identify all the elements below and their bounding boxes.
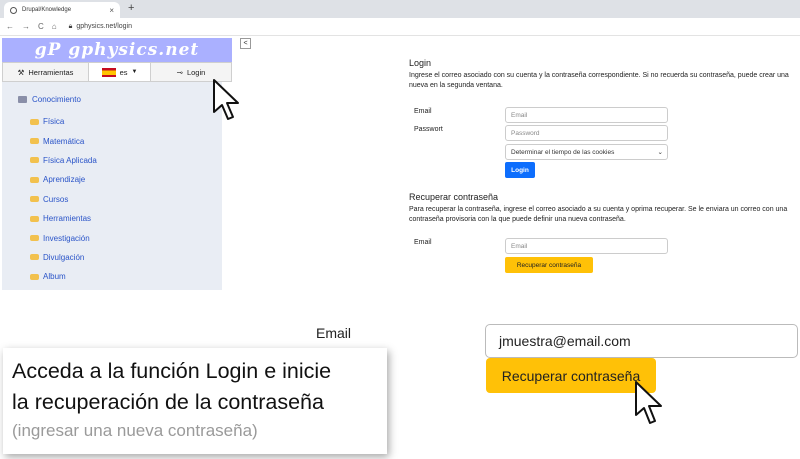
sidebar-item-fisica-aplicada[interactable]: Física Aplicada bbox=[30, 151, 97, 170]
forward-icon[interactable]: → bbox=[22, 22, 30, 31]
callout-line-1: Acceda a la función Login e inicie bbox=[12, 359, 332, 383]
folder-icon bbox=[30, 254, 39, 261]
tab-title: Drupal/Knowledge bbox=[22, 7, 72, 13]
zoom-email-input[interactable]: jmuestra@email.com bbox=[485, 324, 798, 358]
sidebar-item-label: Matemática bbox=[43, 136, 85, 146]
globe-icon bbox=[10, 6, 17, 14]
cookie-time-select[interactable]: Determinar el tiempo de las cookies ⌄ bbox=[505, 144, 668, 160]
login-password-label: Passwort bbox=[414, 126, 443, 133]
site-logo[interactable]: gP gphysics.net bbox=[2, 38, 232, 62]
language-select[interactable]: es ▼ bbox=[89, 63, 151, 81]
login-description: Ingrese el correo asociado con su cuenta… bbox=[409, 72, 789, 89]
folder-icon bbox=[30, 118, 39, 125]
sidebar-item-aprendizaje[interactable]: Aprendizaje bbox=[30, 170, 97, 189]
url-text: gphysics.net/login bbox=[76, 23, 133, 30]
zoom-recover-button[interactable]: Recuperar contraseña bbox=[486, 358, 656, 393]
zoom-email-label: Email bbox=[316, 325, 352, 341]
recover-email-input[interactable]: Email bbox=[505, 238, 668, 254]
folder-icon bbox=[30, 157, 39, 164]
callout-line-3: (ingresar una nueva contraseña) bbox=[12, 421, 258, 440]
login-button[interactable]: Login bbox=[505, 162, 535, 178]
recover-panel: Recuperar contraseña Para recuperar la c… bbox=[409, 192, 789, 225]
login-password-input[interactable]: Password bbox=[505, 125, 668, 141]
sidebar: Conocimiento Física Matemática Física Ap… bbox=[2, 82, 222, 290]
new-tab-button[interactable]: + bbox=[128, 2, 134, 14]
close-tab-icon[interactable]: × bbox=[109, 6, 114, 15]
nav-tools-button[interactable]: ⚒ Herramientas bbox=[3, 63, 89, 81]
nav-login-label: Login bbox=[186, 67, 206, 77]
reload-icon[interactable]: C bbox=[38, 22, 44, 31]
screenshot: Drupal/Knowledge × + ← → C ⌂ 🔒︎ gphysics… bbox=[0, 0, 800, 459]
address-bar: ← → C ⌂ 🔒︎ gphysics.net/login bbox=[0, 18, 800, 36]
books-icon bbox=[18, 96, 27, 103]
sidebar-item-label: Investigación bbox=[43, 233, 90, 243]
login-email-label: Email bbox=[414, 108, 432, 115]
sidebar-list: Física Matemática Física Aplicada Aprend… bbox=[30, 112, 97, 287]
folder-icon bbox=[30, 196, 39, 203]
sidebar-item-label: Aprendizaje bbox=[43, 175, 86, 185]
sidebar-item-label: Física bbox=[43, 117, 65, 127]
login-email-input[interactable]: Email bbox=[505, 107, 668, 123]
nav-tools-label: Herramientas bbox=[28, 67, 74, 77]
chevron-down-icon: ⌄ bbox=[657, 149, 663, 156]
sidebar-item-label: Album bbox=[43, 272, 66, 282]
sidebar-item-divulgacion[interactable]: Divulgación bbox=[30, 248, 97, 267]
language-label: es bbox=[119, 67, 128, 77]
sidebar-root-conocimiento[interactable]: Conocimiento bbox=[18, 95, 81, 104]
folder-icon bbox=[30, 176, 39, 183]
callout-line-2: la recuperación de la contraseña bbox=[12, 390, 324, 414]
login-title: Login bbox=[409, 58, 432, 68]
folder-icon bbox=[30, 235, 39, 242]
login-panel: Login Ingrese el correo asociado con su … bbox=[409, 58, 789, 91]
instruction-callout: Acceda a la función Login e inicie la re… bbox=[3, 348, 387, 454]
folder-icon bbox=[30, 273, 39, 280]
sidebar-item-herramientas[interactable]: Herramientas bbox=[30, 209, 97, 228]
sidebar-item-album[interactable]: Album bbox=[30, 267, 97, 286]
sidebar-item-label: Herramientas bbox=[43, 214, 92, 224]
sidebar-item-matematica[interactable]: Matemática bbox=[30, 131, 97, 150]
lock-icon: 🔒︎ bbox=[68, 22, 73, 30]
site-navbar: ⚒ Herramientas es ▼ ⊸ Login bbox=[2, 62, 232, 82]
sidebar-item-label: Física Aplicada bbox=[43, 155, 97, 165]
browser-tabstrip: Drupal/Knowledge × + bbox=[0, 0, 800, 18]
sidebar-item-cursos[interactable]: Cursos bbox=[30, 190, 97, 209]
mouse-cursor-icon bbox=[635, 381, 662, 424]
back-icon[interactable]: ← bbox=[6, 22, 14, 31]
folder-icon bbox=[30, 138, 39, 145]
cookie-select-label: Determinar el tiempo de las cookies bbox=[511, 148, 615, 156]
mouse-cursor-icon bbox=[213, 79, 239, 120]
sidebar-item-fisica[interactable]: Física bbox=[30, 112, 97, 131]
sidebar-root-label: Conocimiento bbox=[32, 95, 81, 104]
recover-email-label: Email bbox=[414, 239, 432, 246]
browser-tab[interactable]: Drupal/Knowledge × bbox=[4, 2, 120, 18]
url-field[interactable]: 🔒︎ gphysics.net/login bbox=[69, 23, 132, 31]
folder-icon bbox=[30, 215, 39, 222]
key-icon: ⊸ bbox=[176, 67, 183, 77]
sidebar-item-label: Cursos bbox=[43, 194, 69, 204]
sidebar-item-investigacion[interactable]: Investigación bbox=[30, 228, 97, 247]
spain-flag-icon bbox=[101, 67, 116, 77]
recover-title: Recuperar contraseña bbox=[409, 192, 499, 202]
recover-password-button[interactable]: Recuperar contraseña bbox=[505, 257, 593, 273]
recover-description: Para recuperar la contraseña, ingrese el… bbox=[409, 206, 788, 223]
sidebar-item-label: Divulgación bbox=[43, 252, 85, 262]
chevron-down-icon: ▼ bbox=[131, 69, 138, 75]
collapse-button[interactable]: < bbox=[240, 38, 251, 49]
home-icon[interactable]: ⌂ bbox=[52, 22, 57, 31]
tools-icon: ⚒ bbox=[17, 67, 25, 77]
